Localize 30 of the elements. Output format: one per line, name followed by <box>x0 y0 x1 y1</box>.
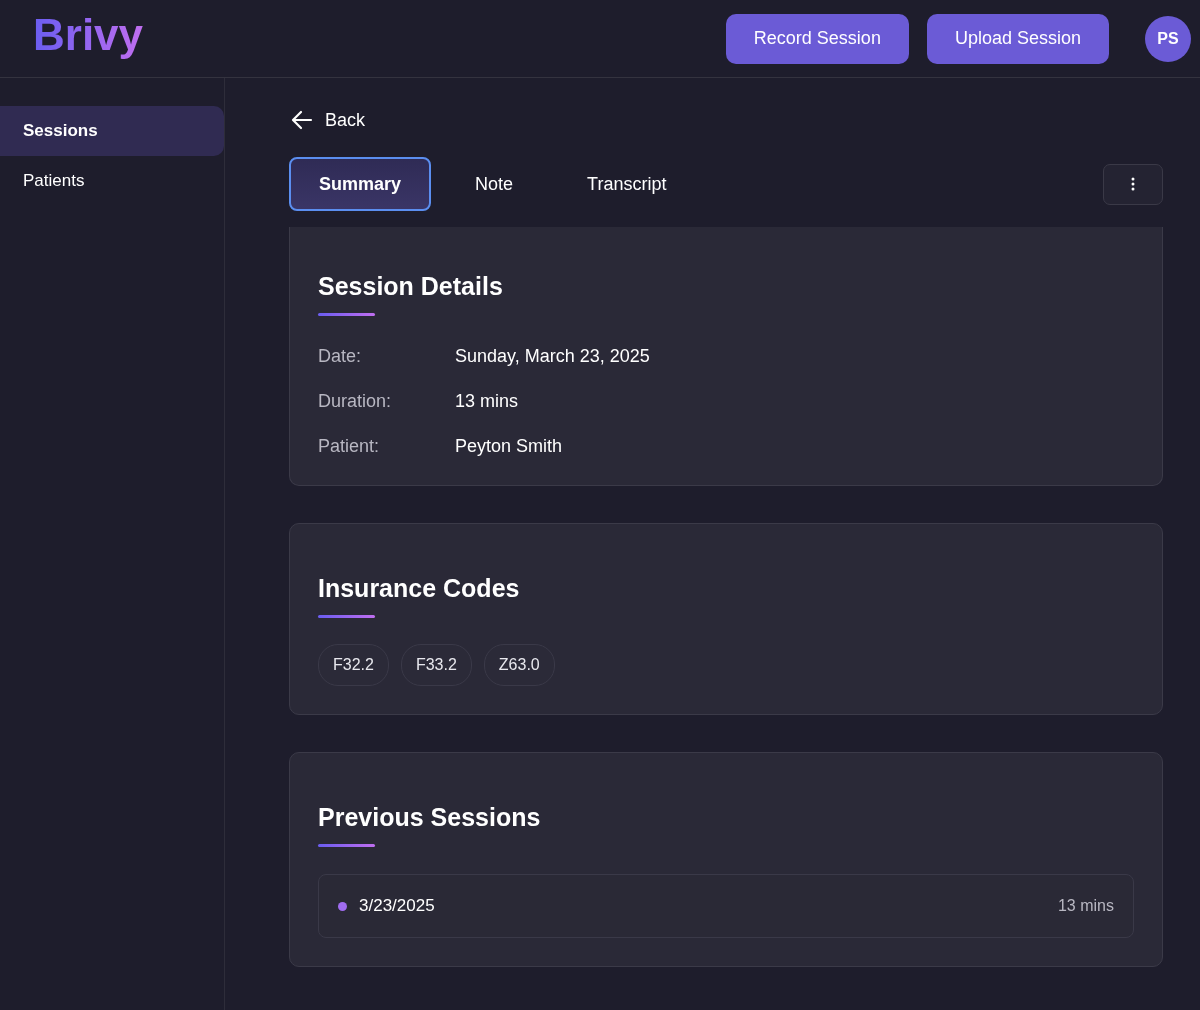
tab[interactable]: Note <box>445 157 544 211</box>
field-label: Patient: <box>318 436 381 457</box>
field-value: 13 mins <box>455 391 520 412</box>
card-title: Previous Sessions <box>318 803 542 832</box>
field-value: Sunday, March 23, 2025 <box>455 346 651 367</box>
sidebar-item[interactable]: Patients <box>0 156 224 206</box>
avatar[interactable]: PS <box>1145 15 1191 62</box>
more-vertical-icon <box>1131 177 1135 191</box>
field-label: Duration: <box>318 391 393 412</box>
session-date: 3/23/2025 <box>359 896 435 916</box>
title-underline <box>318 844 375 847</box>
title-underline <box>318 313 375 316</box>
card-title: Insurance Codes <box>318 574 521 603</box>
title-underline <box>318 615 375 618</box>
field-value: Peyton Smith <box>455 436 564 457</box>
action-button[interactable]: Record Session <box>725 13 909 64</box>
sidebar-item[interactable]: Sessions <box>0 106 224 156</box>
back-link[interactable]: Back <box>291 108 366 132</box>
field-label: Date: <box>318 346 363 367</box>
arrow-left-icon <box>291 110 313 130</box>
tab[interactable]: Transcript <box>557 157 697 211</box>
code-tag: F32.2 <box>318 644 389 686</box>
tab[interactable]: Summary <box>289 157 432 211</box>
session-duration: 13 mins <box>1057 897 1114 915</box>
action-button[interactable]: Upload Session <box>926 13 1109 64</box>
session-row[interactable]: 3/23/2025 13 mins <box>318 874 1134 938</box>
code-tag: F33.2 <box>400 644 472 686</box>
card-title: Session Details <box>318 272 504 301</box>
more-button[interactable] <box>1103 163 1163 205</box>
code-tag: Z63.0 <box>483 644 555 686</box>
